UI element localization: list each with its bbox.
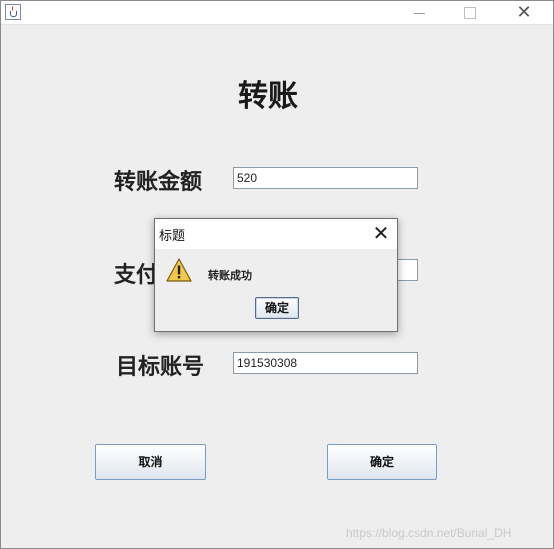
cancel-button[interactable]: 取消	[95, 444, 206, 480]
dialog-ok-button[interactable]: 确定	[255, 297, 299, 319]
dialog-message: 转账成功	[208, 269, 252, 282]
maximize-icon[interactable]	[447, 1, 493, 25]
java-app-icon	[5, 4, 21, 20]
confirm-button[interactable]: 确定	[327, 444, 437, 480]
dialog-close-icon[interactable]: ✕	[369, 221, 393, 245]
page-title: 转账	[238, 79, 298, 114]
dialog-titlebar: 标题 ✕	[155, 219, 397, 249]
window-titlebar: ✕	[1, 1, 553, 25]
amount-input[interactable]: 520	[233, 167, 418, 189]
amount-label: 转账金额	[114, 169, 203, 195]
password-label: 支付	[114, 262, 159, 288]
window-close-icon[interactable]: ✕	[501, 1, 547, 25]
minimize-icon[interactable]	[397, 1, 443, 25]
message-dialog: 标题 ✕ 转账成功 确定	[154, 218, 398, 332]
target-account-input[interactable]: 191530308	[233, 352, 418, 374]
watermark-text: https://blog.csdn.net/Burial_DH	[346, 526, 512, 540]
dialog-title: 标题	[159, 229, 186, 244]
target-account-label: 目标账号	[116, 354, 205, 380]
warning-icon	[166, 258, 192, 282]
